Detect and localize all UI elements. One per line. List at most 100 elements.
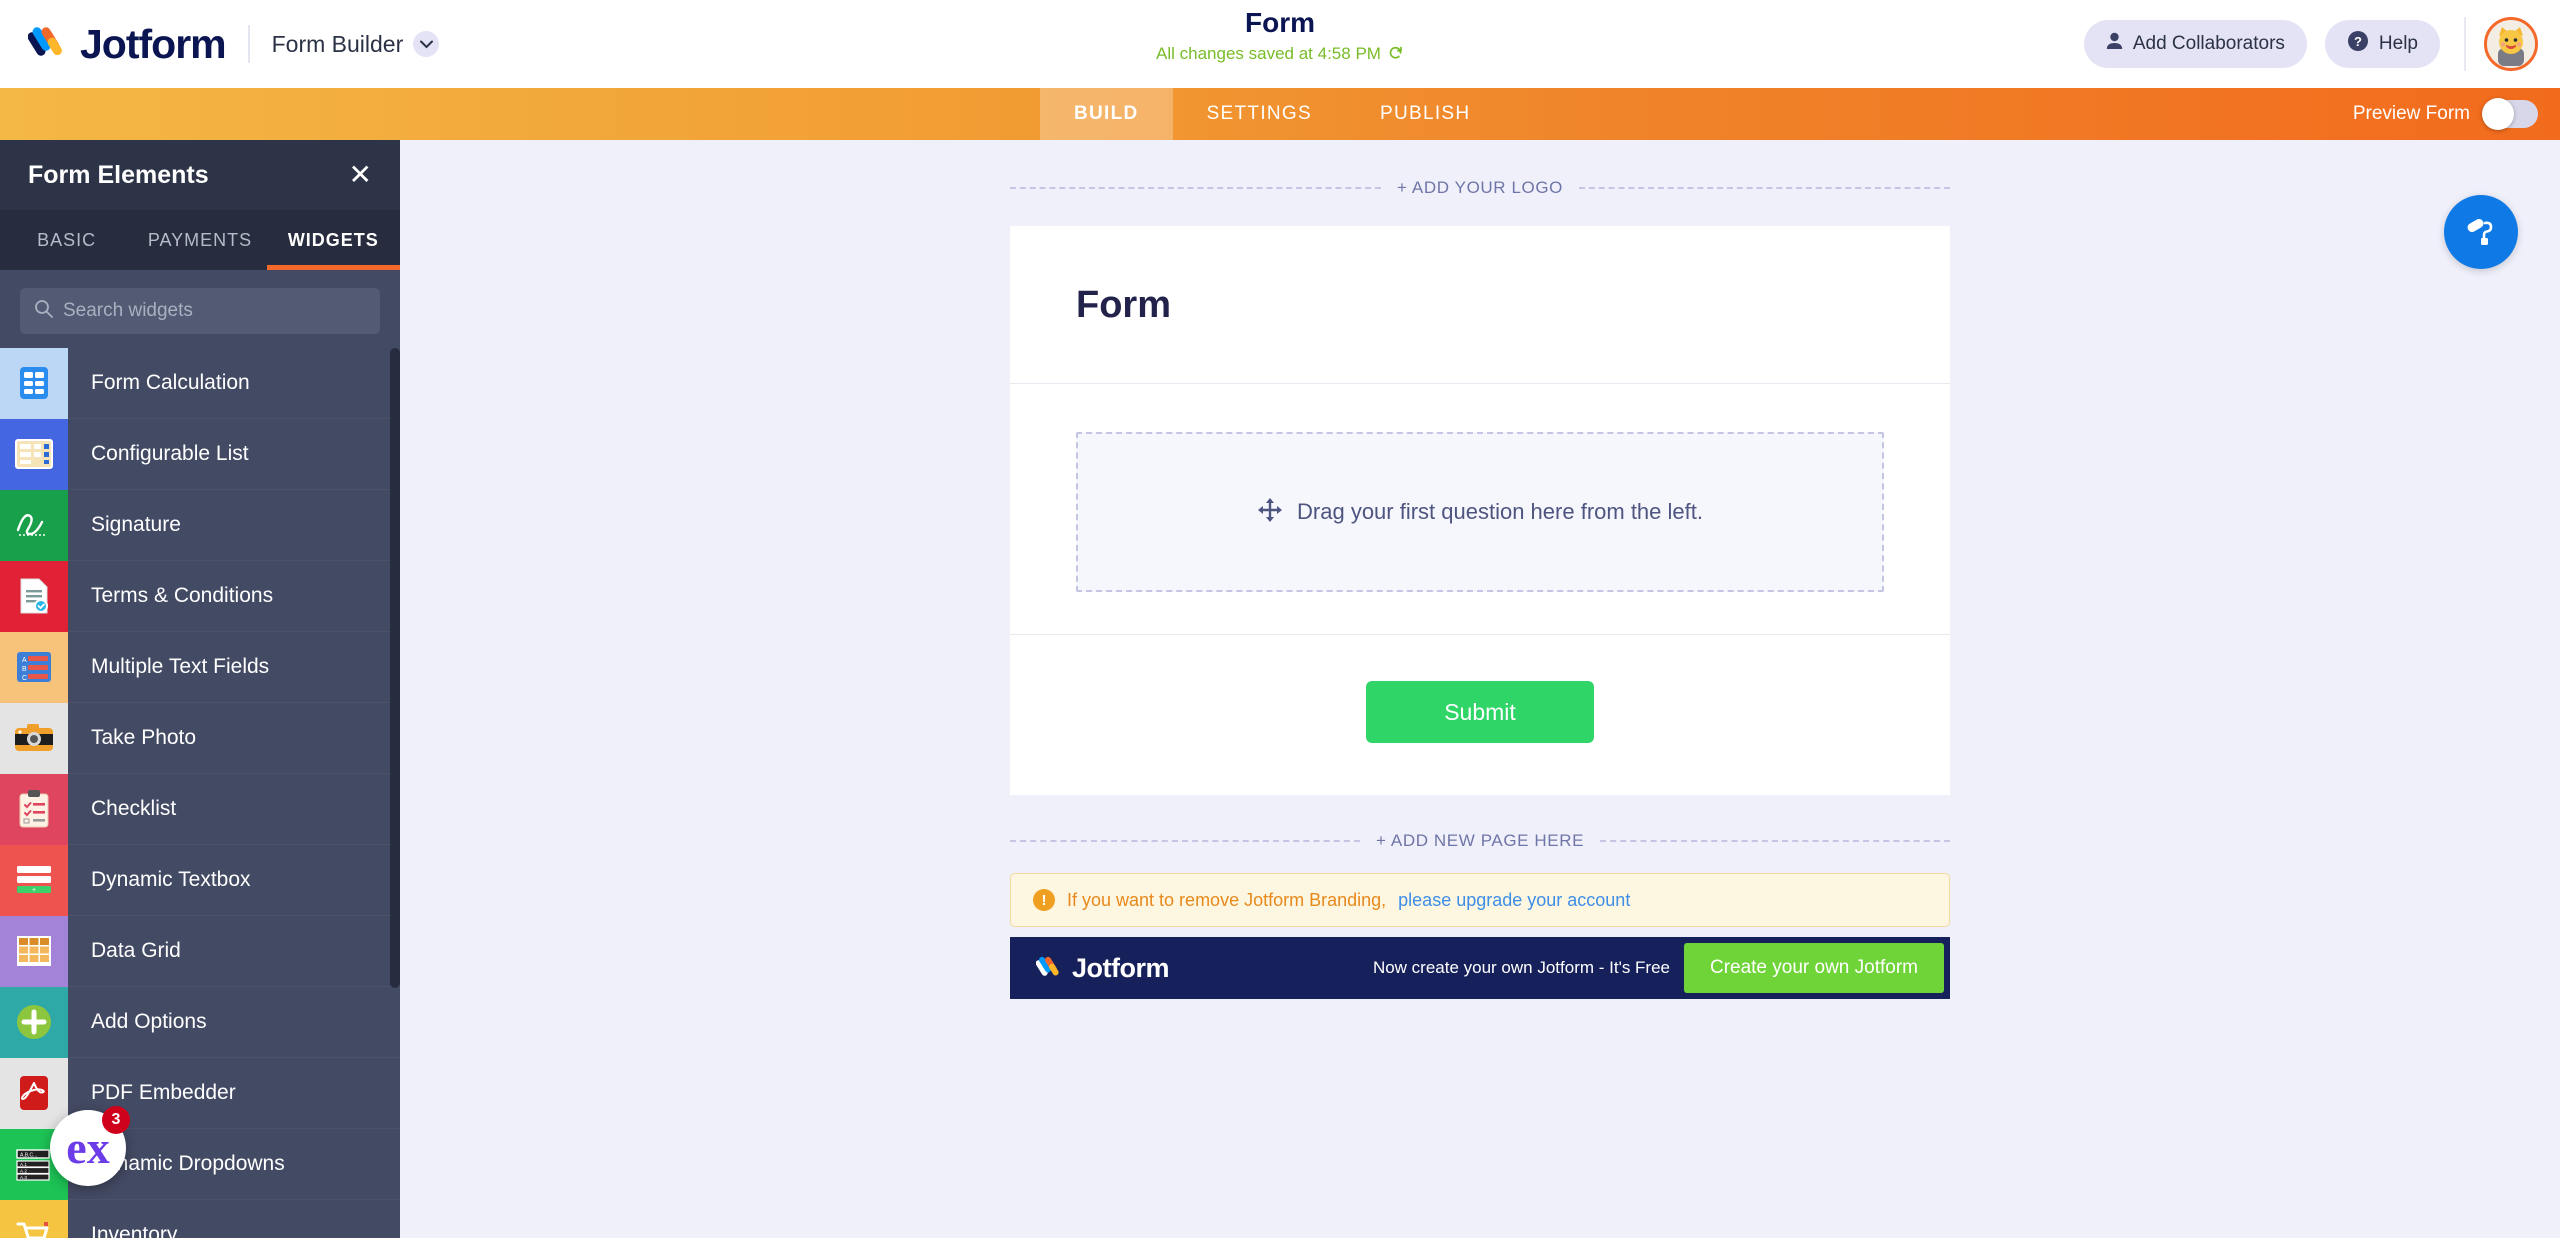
add-collaborators-button[interactable]: Add Collaborators [2083,20,2307,68]
widget-item-label: Form Calculation [91,371,250,394]
text-fields-icon: ABC [0,631,68,703]
document-check-icon [0,560,68,632]
top-header: Jotform Form Builder Form All changes sa… [0,0,2560,88]
widget-item-multiple-text-fields[interactable]: A B C Multiple Text Fields [0,631,400,703]
form-heading[interactable]: Form [1076,284,1884,327]
widget-item-label: Inventory [91,1223,178,1238]
search-widgets-box[interactable] [20,288,380,334]
svg-text:A: A [22,657,27,664]
widget-item-label: Terms & Conditions [91,584,274,607]
add-new-page-row[interactable]: + ADD NEW PAGE HERE [1010,831,1951,851]
dashed-line-left [1010,187,1382,189]
tab-settings[interactable]: SETTINGS [1173,88,1346,140]
form-card-header[interactable]: Form [1010,226,1950,384]
form-builder-menu[interactable]: Form Builder [272,31,440,58]
dashed-line-left-2 [1010,840,1360,842]
branding-notice-text: If you want to remove Jotform Branding, [1067,889,1387,910]
chat-unread-badge: 3 [102,1106,130,1134]
tab-build[interactable]: BUILD [1040,88,1173,140]
sidebar-tab-widgets[interactable]: WIDGETS [266,210,400,270]
calculator-icon [0,348,68,419]
widget-item-label: Data Grid [91,939,181,962]
warning-icon: ! [1033,889,1055,911]
pdf-icon [0,1057,68,1129]
dashed-line-right [1579,187,1951,189]
form-designer-button[interactable] [2444,195,2518,269]
form-builder-label: Form Builder [271,30,404,57]
form-wrapper: + ADD YOUR LOGO Form Drag your first que… [1010,140,1951,999]
svg-text:A.1: A.1 [20,1162,27,1167]
svg-text:C: C [22,675,27,682]
branding-notice: ! If you want to remove Jotform Branding… [1010,873,1950,927]
form-canvas: + ADD YOUR LOGO Form Drag your first que… [400,140,2560,1238]
main-nav-bar: BUILD SETTINGS PUBLISH Preview Form [0,88,2560,140]
widget-item-configurable-list[interactable]: Configurable List [0,418,400,490]
widget-item-signature[interactable]: Signature [0,489,400,561]
jotform-logo[interactable]: Jotform [27,21,227,68]
search-input[interactable] [63,300,366,322]
widget-item-inventory[interactable]: Inventory [0,1199,400,1238]
jotform-logo-mark [27,23,70,65]
widget-item-form-calculation[interactable]: Form Calculation [0,348,400,419]
form-card-footer: Submit [1010,635,1950,795]
sidebar-scrollbar-thumb[interactable] [390,348,400,988]
sidebar-tabs: BASIC PAYMENTS WIDGETS [0,210,400,270]
close-icon[interactable]: ✕ [349,161,372,189]
sidebar-scrollbar[interactable] [390,348,400,1238]
move-arrows-icon [1257,497,1283,528]
brand-divider [247,25,250,63]
jotform-banner-wordmark: Jotform [1072,952,1170,983]
widget-item-pdf-embedder[interactable]: PDF Embedder [0,1057,400,1129]
widget-list: Form Calculation Configurable List Signatu… [0,348,400,1238]
paint-roller-icon [2463,212,2499,253]
widget-item-dynamic-textbox[interactable]: + Dynamic Textbox [0,844,400,916]
ex-chat-icon: ex [66,1122,110,1173]
tab-publish[interactable]: PUBLISH [1346,88,1504,140]
grid-icon [0,915,68,987]
widget-item-data-grid[interactable]: Data Grid [0,915,400,987]
sidebar-tab-payments[interactable]: PAYMENTS [133,210,266,270]
widget-item-label: Add Options [91,1010,207,1033]
form-elements-sidebar: Form Elements ✕ BASIC PAYMENTS WIDGETS F… [0,140,400,1238]
widget-item-terms-conditions[interactable]: Terms & Conditions [0,560,400,632]
help-button[interactable]: ? Help [2324,20,2440,68]
svg-text:+: + [32,887,36,894]
widget-item-add-options[interactable]: Add Options [0,986,400,1058]
form-card: Form Drag your first question here from … [1010,226,1950,795]
add-logo-row[interactable]: + ADD YOUR LOGO [1010,178,1951,198]
create-own-jotform-button[interactable]: Create your own Jotform [1683,943,1944,993]
dashed-line-right-2 [1600,840,1951,842]
person-icon [2106,32,2123,56]
save-status[interactable]: All changes saved at 4:58 PM [1156,44,1404,65]
svg-text:B: B [22,666,27,673]
upgrade-account-link[interactable]: please upgrade your account [1398,890,1630,911]
sidebar-tab-basic[interactable]: BASIC [0,210,133,270]
widget-item-label: Checklist [91,797,177,820]
avatar[interactable] [2484,17,2538,71]
submit-button[interactable]: Submit [1366,681,1594,743]
banner-message: Now create your own Jotform - It's Free [1372,958,1670,977]
widget-item-checklist[interactable]: Checklist [0,773,400,845]
chat-support-button[interactable]: ex 3 [50,1106,130,1186]
preview-form-control: Preview Form [2353,88,2538,140]
question-dropzone[interactable]: Drag your first question here from the l… [1076,432,1884,592]
preview-form-toggle[interactable] [2482,98,2538,130]
widget-item-label: Dynamic Textbox [91,868,251,891]
widget-item-take-photo[interactable]: Take Photo [0,702,400,774]
toggle-knob [2482,98,2514,130]
header-divider [2464,17,2466,71]
form-card-body: Drag your first question here from the l… [1010,384,1950,635]
chevron-down-icon [413,31,440,57]
signature-icon [0,489,68,561]
dropzone-label: Drag your first question here from the l… [1297,499,1703,524]
camera-icon [0,702,68,774]
textbox-rows-icon: + [0,844,68,916]
svg-text:?: ? [2354,34,2362,49]
undo-icon[interactable] [1388,44,1404,65]
widget-item-label: Signature [91,513,181,536]
jotform-banner-logo-mark [1035,954,1064,982]
list-table-icon [0,418,68,490]
svg-text:A.3: A.3 [20,1175,27,1180]
widget-item-label: Take Photo [91,726,197,749]
sidebar-header: Form Elements ✕ [0,140,400,210]
